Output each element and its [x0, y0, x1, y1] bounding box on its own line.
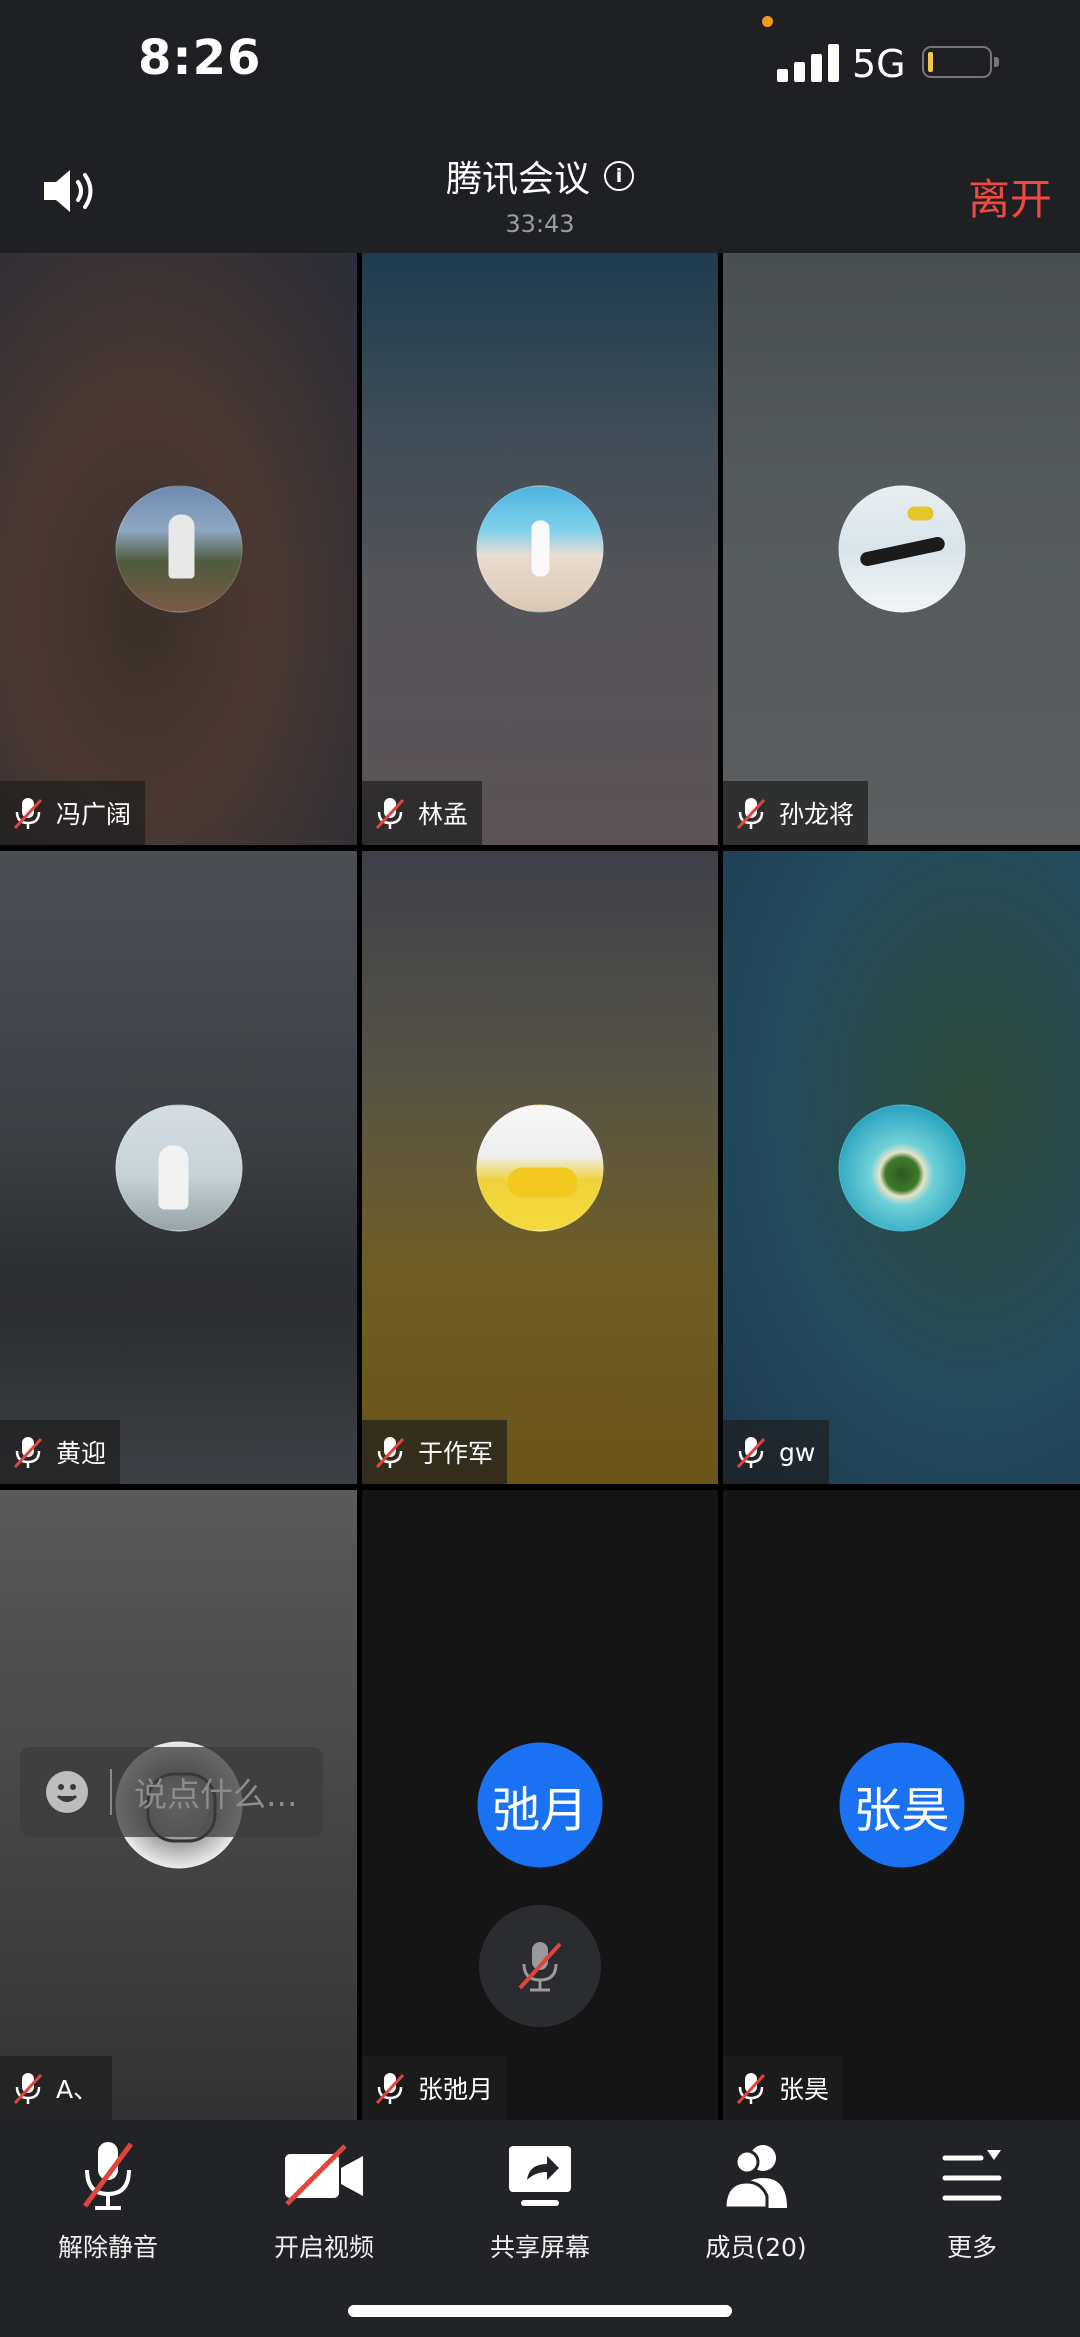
info-icon[interactable]: i [604, 161, 634, 191]
mic-muted-icon [375, 1437, 405, 1469]
participant-avatar [838, 1104, 965, 1231]
network-type: 5G [852, 42, 906, 86]
unmute-button[interactable]: 解除静音 [0, 2140, 216, 2264]
chat-input-placeholder: 说点什么... [134, 1775, 298, 1814]
participant-name: gw [779, 1437, 816, 1467]
members-icon [723, 2145, 787, 2210]
signal-strength-icon [777, 42, 839, 82]
mic-muted-icon [736, 798, 766, 830]
participant-tile[interactable]: 弛月 张弛月 [362, 1490, 718, 2120]
meeting-duration: 33:43 [505, 210, 575, 238]
participant-name-tag: 黄迎 [0, 1420, 121, 1484]
mic-muted-icon [736, 2073, 766, 2105]
status-bar: 8:26 5G [0, 0, 1080, 130]
chat-input-divider [110, 1769, 112, 1815]
meeting-title-row: 腾讯会议 i [0, 150, 1080, 202]
meeting-header: 腾讯会议 i 33:43 离开 [0, 130, 1080, 253]
active-mic-indicator [479, 1905, 601, 2027]
participant-avatar [838, 485, 965, 613]
participant-tile[interactable]: 于作军 [362, 851, 718, 1484]
share-screen-label: 共享屏幕 [489, 2233, 590, 2262]
participant-avatar: 弛月 [477, 1742, 603, 1868]
participant-name-tag: 张弛月 [362, 2056, 508, 2120]
mic-muted-icon [375, 798, 405, 830]
more-label: 更多 [946, 2233, 997, 2262]
leave-button[interactable]: 离开 [968, 166, 1052, 227]
participant-tile[interactable]: gw [723, 851, 1080, 1484]
emoji-icon[interactable] [46, 1771, 88, 1813]
participant-avatar: 张昊 [839, 1742, 964, 1868]
participant-grid: 冯广阔 林孟 孙龙将 黄迎 于作军 gw A、 弛月 张弛月 张昊 张昊 [0, 253, 1080, 2120]
mic-muted-icon [736, 1437, 766, 1469]
participant-tile[interactable]: 黄迎 [0, 851, 357, 1484]
mic-muted-icon [13, 1437, 43, 1469]
participant-tile[interactable]: 冯广阔 [0, 253, 357, 845]
share-screen-button[interactable]: 共享屏幕 [432, 2140, 648, 2264]
mic-muted-icon [518, 1942, 562, 1992]
participant-name-tag: 张昊 [723, 2056, 844, 2120]
participant-name: 于作军 [418, 1439, 494, 1468]
chat-input[interactable]: 说点什么... [20, 1747, 323, 1837]
participant-avatar [115, 1104, 242, 1231]
participant-name-tag: 冯广阔 [0, 781, 146, 845]
participant-name: 黄迎 [56, 1439, 107, 1468]
participant-name-tag: 于作军 [362, 1420, 508, 1484]
participant-name: A、 [56, 2075, 99, 2104]
participant-name: 张昊 [779, 2075, 830, 2104]
unmute-label: 解除静音 [57, 2233, 158, 2262]
participant-name-tag: gw [723, 1420, 830, 1484]
participant-name: 张弛月 [418, 2075, 494, 2104]
video-off-icon [285, 2144, 363, 2206]
participant-name: 冯广阔 [56, 800, 132, 829]
start-video-button[interactable]: 开启视频 [216, 2140, 432, 2264]
participant-name-tag: 林孟 [362, 781, 483, 845]
mic-muted-icon [82, 2142, 134, 2210]
participant-tile[interactable]: 林孟 [362, 253, 718, 845]
participant-name: 林孟 [418, 800, 469, 829]
participant-name-tag: 孙龙将 [723, 781, 869, 845]
mic-muted-icon [375, 2073, 405, 2105]
camera-indicator-dot [762, 16, 773, 27]
mic-muted-icon [13, 2073, 43, 2105]
participant-name: 孙龙将 [779, 800, 855, 829]
participant-tile[interactable]: 张昊 张昊 [723, 1490, 1080, 2120]
participant-avatar [115, 485, 242, 613]
status-time: 8:26 [138, 30, 262, 86]
mic-muted-icon [13, 798, 43, 830]
members-label: 成员(20) [705, 2233, 807, 2262]
meeting-title: 腾讯会议 [445, 159, 590, 200]
start-video-label: 开启视频 [273, 2233, 374, 2262]
participant-avatar [476, 485, 604, 613]
battery-icon [922, 46, 999, 78]
participant-avatar [476, 1104, 604, 1231]
more-button[interactable]: 更多 [864, 2140, 1080, 2264]
members-button[interactable]: 成员(20) [648, 2140, 864, 2264]
share-screen-icon [509, 2146, 571, 2206]
home-indicator[interactable] [348, 2305, 732, 2317]
participant-name-tag: A、 [0, 2056, 113, 2120]
participant-tile[interactable]: 孙龙将 [723, 253, 1080, 845]
more-menu-icon [942, 2150, 1002, 2201]
